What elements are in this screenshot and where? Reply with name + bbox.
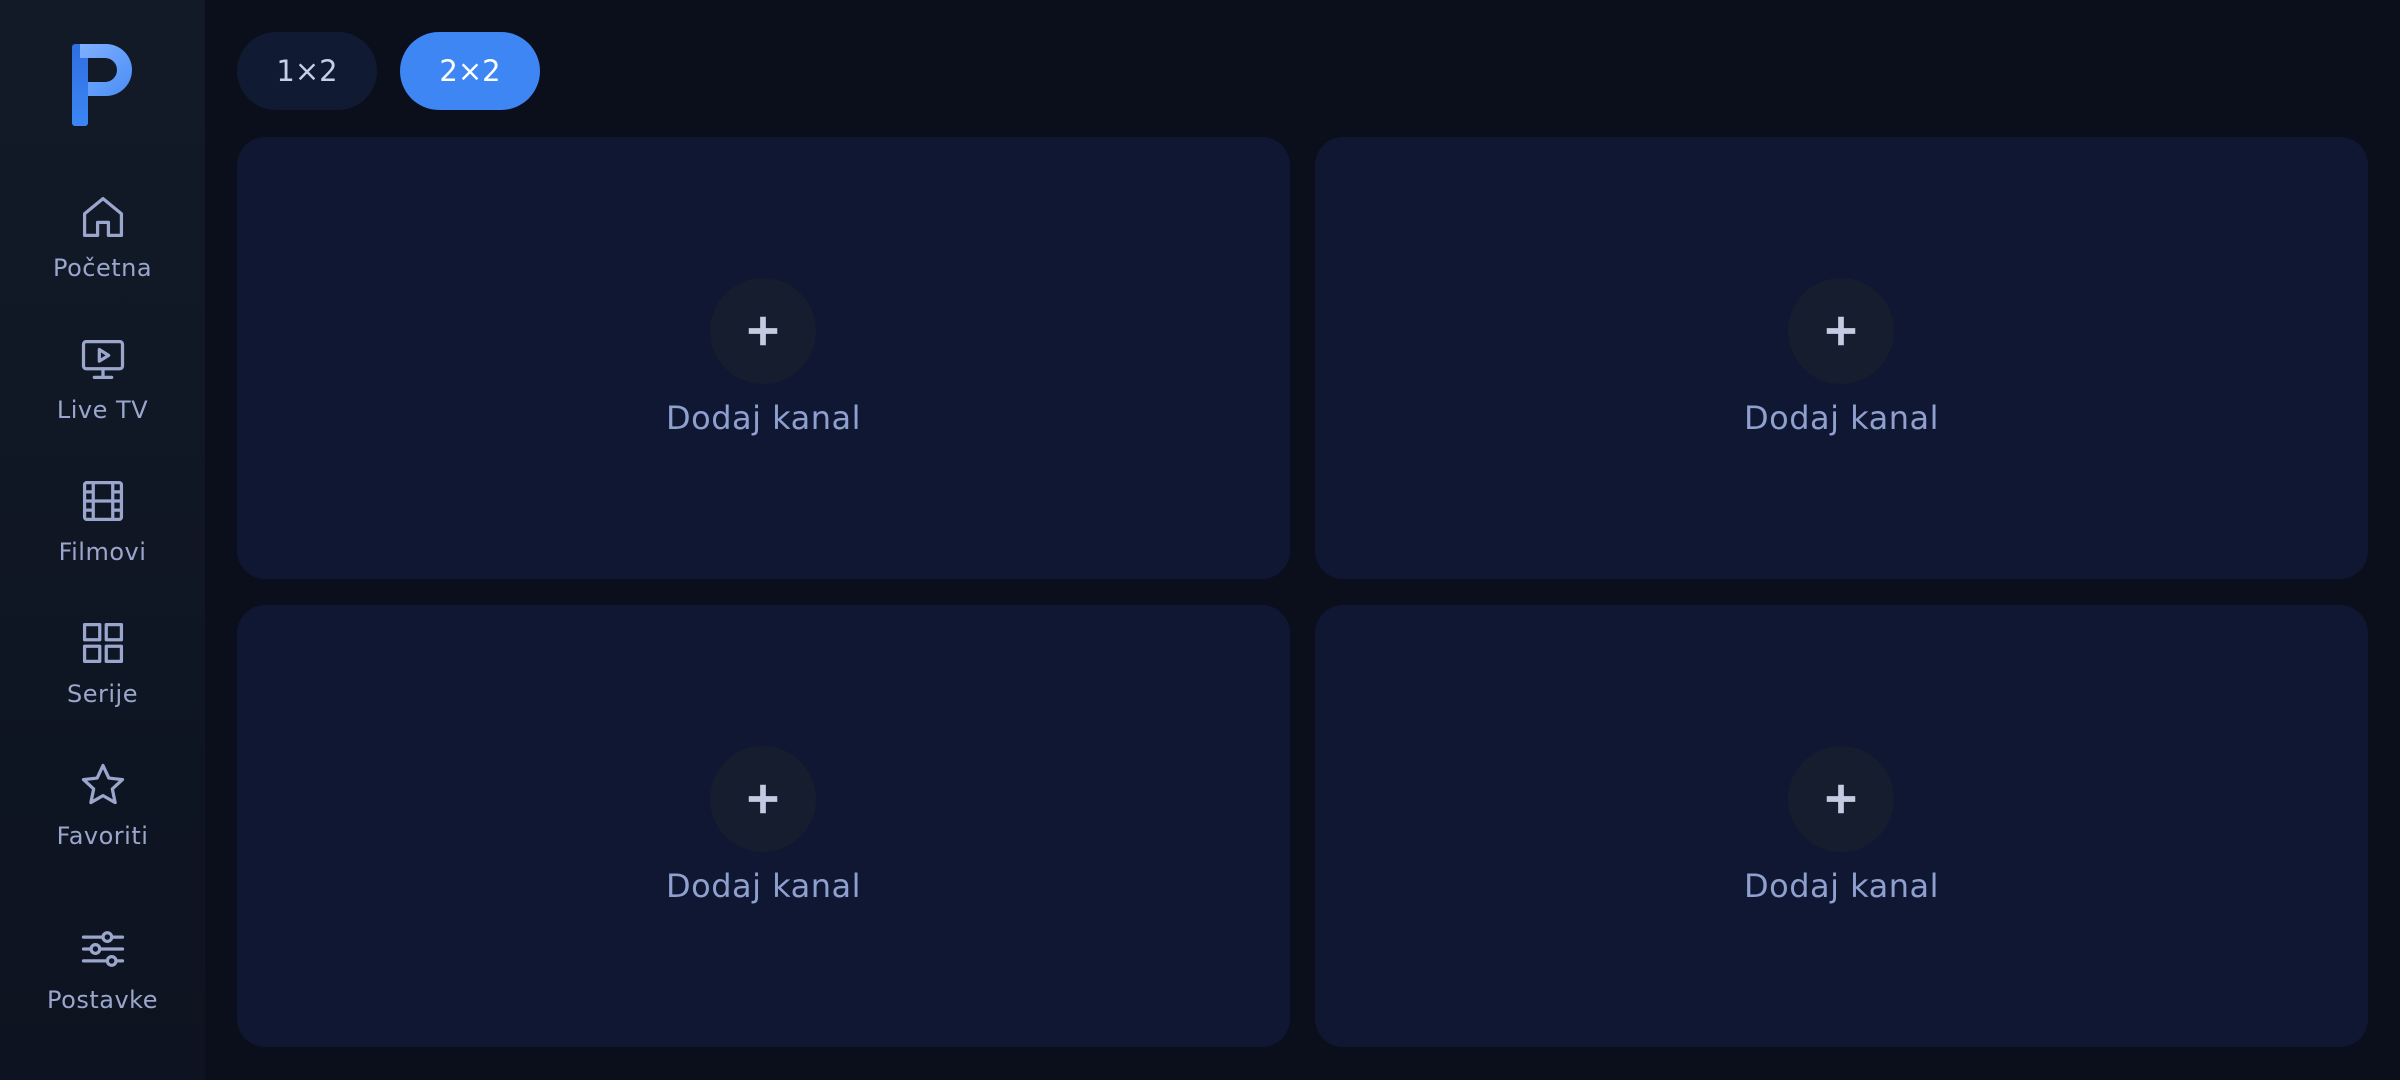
plus-icon xyxy=(748,784,778,814)
add-channel-button[interactable] xyxy=(1788,278,1894,384)
film-icon xyxy=(76,474,130,528)
grid-icon xyxy=(76,616,130,670)
plus-icon xyxy=(1826,784,1856,814)
plus-icon xyxy=(1826,316,1856,346)
plus-icon xyxy=(748,316,778,346)
sidebar-item-favoriti[interactable]: Favoriti xyxy=(0,758,205,876)
add-channel-button[interactable] xyxy=(1788,746,1894,852)
add-channel-label: Dodaj kanal xyxy=(1743,867,1940,905)
sidebar-item-postavke[interactable]: Postavke xyxy=(0,922,205,1040)
add-channel-button[interactable] xyxy=(710,278,816,384)
app-logo[interactable] xyxy=(70,42,134,128)
sliders-icon xyxy=(76,922,130,976)
sidebar-item-label: Favoriti xyxy=(56,822,149,850)
sidebar-item-label: Serije xyxy=(67,680,138,708)
multiview-panel: 1×2 2×2 Dodaj kanal Dodaj kanal Dodaj ka… xyxy=(205,0,2400,1080)
add-channel-button[interactable] xyxy=(710,746,816,852)
sidebar-item-label: Live TV xyxy=(56,396,149,424)
star-icon xyxy=(76,758,130,812)
add-channel-label: Dodaj kanal xyxy=(665,867,862,905)
sidebar-item-label: Početna xyxy=(52,254,153,282)
channel-slot-3[interactable]: Dodaj kanal xyxy=(237,605,1290,1047)
tv-icon xyxy=(76,332,130,386)
sidebar-item-live-tv[interactable]: Live TV xyxy=(0,332,205,450)
channel-slot-4[interactable]: Dodaj kanal xyxy=(1315,605,2368,1047)
sidebar-item-serije[interactable]: Serije xyxy=(0,616,205,734)
home-icon xyxy=(76,190,130,244)
layout-1x2-button[interactable]: 1×2 xyxy=(237,32,377,110)
channel-slot-2[interactable]: Dodaj kanal xyxy=(1315,137,2368,579)
layout-2x2-button[interactable]: 2×2 xyxy=(400,32,540,110)
logo-p-icon xyxy=(72,44,132,126)
sidebar-item-home[interactable]: Početna xyxy=(0,190,205,308)
add-channel-label: Dodaj kanal xyxy=(665,399,862,437)
sidebar-item-filmovi[interactable]: Filmovi xyxy=(0,474,205,592)
app-root: Početna Live TV Filmovi Serije Favoriti … xyxy=(0,0,2400,1080)
add-channel-label: Dodaj kanal xyxy=(1743,399,1940,437)
sidebar: Početna Live TV Filmovi Serije Favoriti … xyxy=(0,0,205,1080)
channel-slot-1[interactable]: Dodaj kanal xyxy=(237,137,1290,579)
sidebar-item-label: Filmovi xyxy=(58,538,147,566)
sidebar-item-label: Postavke xyxy=(47,986,158,1014)
